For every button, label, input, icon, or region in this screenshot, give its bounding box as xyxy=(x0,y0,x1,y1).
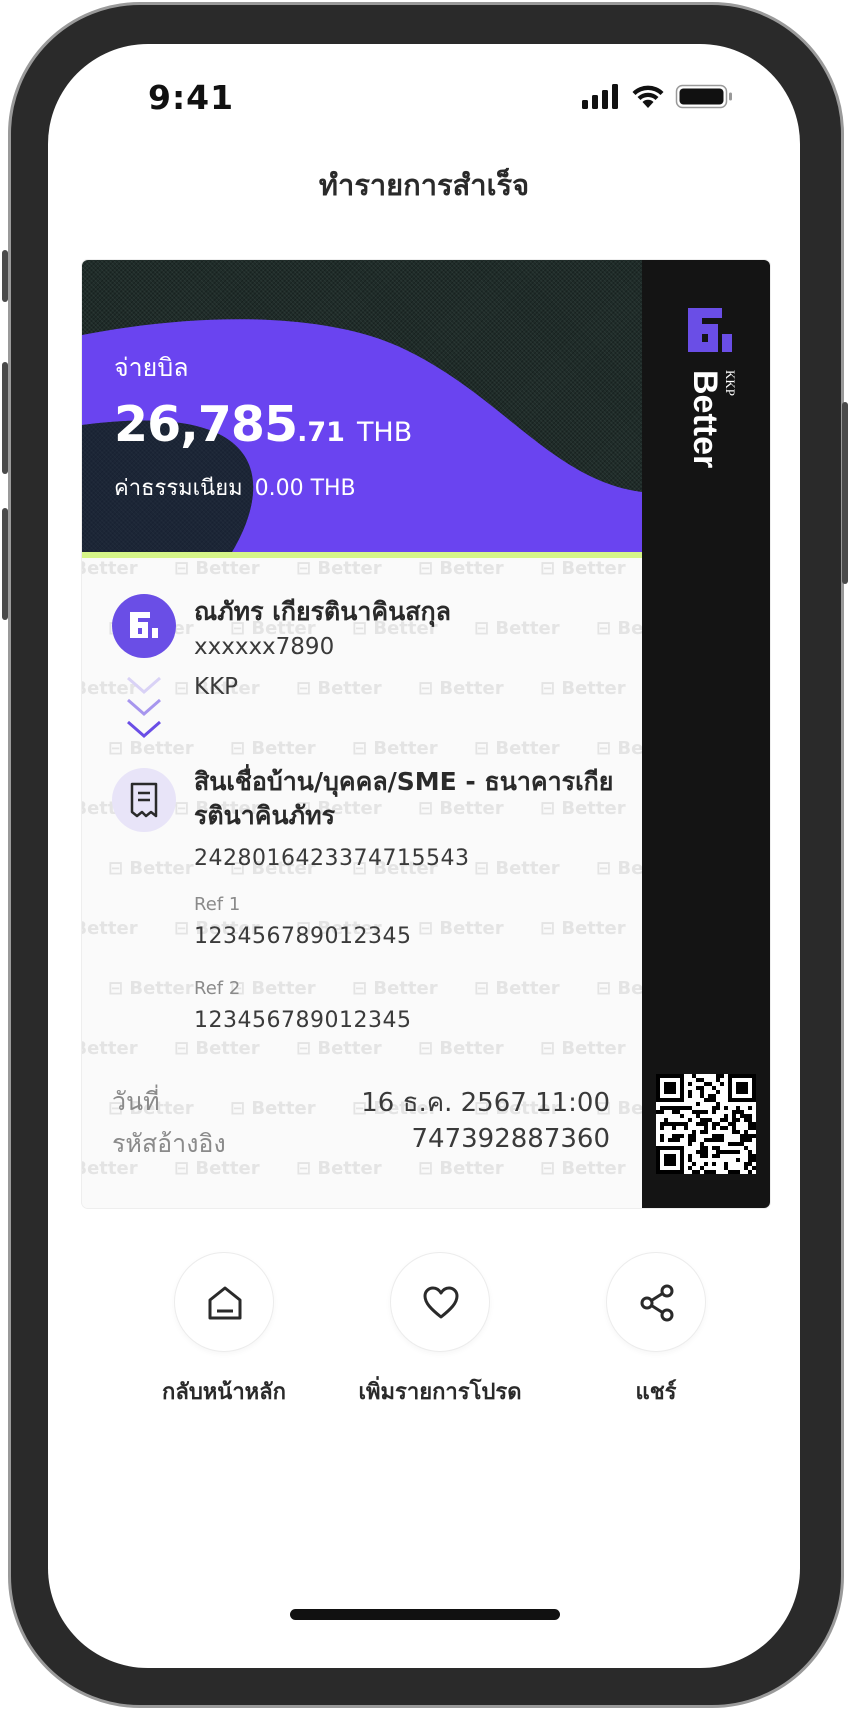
reference-value: 747392887360 xyxy=(411,1124,610,1154)
mute-switch xyxy=(2,250,8,302)
date-value: 16 ธ.ค. 2567 11:00 xyxy=(361,1088,610,1118)
amount-integer: 26,785 xyxy=(114,396,298,453)
bill-icon xyxy=(112,768,176,832)
biller-account: 2428016423374715543 xyxy=(194,846,470,871)
wifi-icon xyxy=(632,85,664,108)
watermark-row: ⊟ Better⊟ Better⊟ Better⊟ Better⊟ Better… xyxy=(82,558,626,579)
sender-name: ณภัทร เกียรตินาคินสกุล xyxy=(194,597,451,626)
ref1-value: 123456789012345 xyxy=(194,924,412,949)
fee-value: 0.00 xyxy=(254,476,304,501)
ref1-label: Ref 1 xyxy=(194,894,241,915)
brand-side-panel: Better KKP xyxy=(642,260,770,1208)
receipt-card: จ่ายบิล 26,785.71 THB ค่าธรรมเนียม 0.00 TH… xyxy=(82,260,770,1208)
receipt-hero: จ่ายบิล 26,785.71 THB ค่าธรรมเนียม 0.00 TH… xyxy=(82,260,642,552)
sender-account: xxxxxx7890 xyxy=(194,634,335,660)
status-time: 9:41 xyxy=(148,78,235,117)
heart-icon xyxy=(423,1286,459,1319)
status-icons xyxy=(582,82,742,110)
screen: 9:41 ทำรายการสำเร็จ จ่ายบิล 26,785.71 TH… xyxy=(48,44,800,1668)
home-button-label: กลับหน้าหลัก xyxy=(162,1380,286,1405)
volume-up-button xyxy=(2,362,8,474)
add-favorite-button[interactable]: เพิ่มรายการโปรด xyxy=(340,1252,540,1409)
sender-bank: KKP xyxy=(194,674,239,700)
favorite-button-circle[interactable] xyxy=(390,1252,490,1352)
watermark-row: ⊟ Better⊟ Better⊟ Better⊟ Better⊟ Better… xyxy=(108,978,642,999)
transaction-type: จ่ายบิล xyxy=(114,353,189,382)
watermark-row: ⊟ Better⊟ Better⊟ Better⊟ Better⊟ Better… xyxy=(82,678,626,699)
qr-code-icon xyxy=(656,1074,756,1174)
volume-down-button xyxy=(2,508,8,620)
ref2-value: 123456789012345 xyxy=(194,1008,412,1033)
kkp-logo-icon xyxy=(130,612,158,638)
watermark-row: ⊟ Better⊟ Better⊟ Better⊟ Better⊟ Better… xyxy=(108,738,642,759)
home-button-circle[interactable] xyxy=(174,1252,274,1352)
power-button xyxy=(842,402,848,584)
home-indicator xyxy=(290,1609,560,1620)
kkp-better-logo: Better KKP xyxy=(686,308,738,468)
reference-label: รหัสอ้างอิง xyxy=(112,1129,226,1158)
biller-name: สินเชื่อบ้าน/บุคคล/SME - ธนาคารเกียรตินา… xyxy=(194,767,614,830)
fee: ค่าธรรมเนียม 0.00 THB xyxy=(114,470,356,505)
share-icon xyxy=(640,1284,674,1322)
add-favorite-label: เพิ่มรายการโปรด xyxy=(358,1380,522,1405)
amount-currency: THB xyxy=(356,417,413,448)
signal-icon xyxy=(582,84,618,109)
battery-icon xyxy=(675,84,732,109)
receipt-main: จ่ายบิล 26,785.71 THB ค่าธรรมเนียม 0.00 TH… xyxy=(82,260,642,1208)
fee-currency: THB xyxy=(310,476,356,501)
share-button-circle[interactable] xyxy=(606,1252,706,1352)
qr-code[interactable] xyxy=(656,1074,756,1174)
home-button[interactable]: กลับหน้าหลัก xyxy=(124,1252,324,1409)
watermark-row: ⊟ Better⊟ Better⊟ Better⊟ Better⊟ Better… xyxy=(82,1038,626,1059)
brand-name: Better xyxy=(686,370,724,468)
share-button[interactable]: แชร์ xyxy=(556,1252,756,1409)
amount-decimal: .71 xyxy=(297,417,345,448)
fee-label: ค่าธรรมเนียม xyxy=(114,476,243,501)
date-label: วันที่ xyxy=(112,1087,160,1116)
share-label: แชร์ xyxy=(635,1380,677,1405)
home-icon xyxy=(208,1286,242,1320)
page-title: ทำรายการสำเร็จ xyxy=(318,168,530,202)
brand-prefix: KKP xyxy=(723,370,738,396)
transfer-arrow-icon xyxy=(127,676,161,738)
amount: 26,785.71 THB xyxy=(114,396,412,453)
ref2-label: Ref 2 xyxy=(194,978,241,999)
sender-avatar xyxy=(112,594,176,658)
